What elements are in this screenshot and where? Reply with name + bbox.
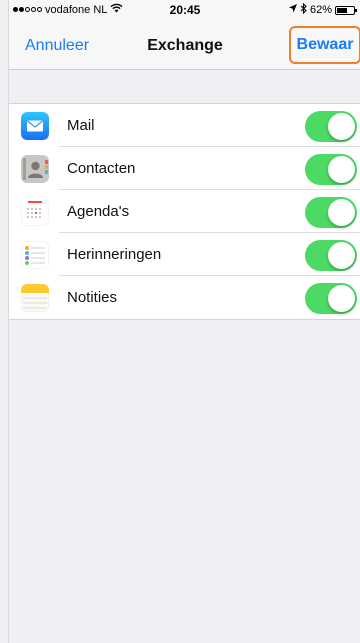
reminders-toggle[interactable] — [305, 240, 357, 271]
row-label: Herinneringen — [67, 246, 162, 263]
status-right: 62% — [288, 2, 357, 17]
mail-icon — [21, 112, 49, 140]
contacts-toggle[interactable] — [305, 154, 357, 185]
status-bar: vodafone NL 20:45 62% — [9, 0, 360, 20]
contacts-icon — [21, 155, 49, 183]
battery-icon — [335, 5, 357, 15]
screen: vodafone NL 20:45 62% Annuleer Exchange … — [8, 0, 360, 643]
notes-toggle[interactable] — [305, 283, 357, 314]
mail-toggle[interactable] — [305, 111, 357, 142]
cancel-button[interactable]: Annuleer — [25, 37, 89, 55]
list-item-calendars: Agenda's — [9, 190, 360, 233]
navigation-bar: Annuleer Exchange Bewaar — [9, 20, 360, 70]
notes-icon — [21, 284, 49, 312]
list-item-reminders: Herinneringen — [9, 233, 360, 276]
calendars-toggle[interactable] — [305, 197, 357, 228]
row-label: Notities — [67, 289, 118, 306]
save-button[interactable]: Bewaar — [289, 26, 360, 64]
battery-level — [337, 7, 347, 13]
list-item-notes: Notities — [9, 276, 360, 319]
row-label: Mail — [67, 117, 95, 134]
calendar-icon — [21, 198, 49, 226]
battery-percentage: 62% — [309, 4, 332, 16]
location-arrow-icon — [288, 4, 297, 16]
row-label: Agenda's — [67, 203, 130, 220]
reminders-icon — [21, 241, 49, 269]
bluetooth-icon — [300, 2, 307, 17]
list-item-mail: Mail — [9, 104, 360, 147]
list-item-contacts: Contacten — [9, 147, 360, 190]
row-label: Contacten — [67, 160, 136, 177]
account-services-list: Mail Contacten Agenda's Herinneringen No… — [9, 103, 360, 320]
